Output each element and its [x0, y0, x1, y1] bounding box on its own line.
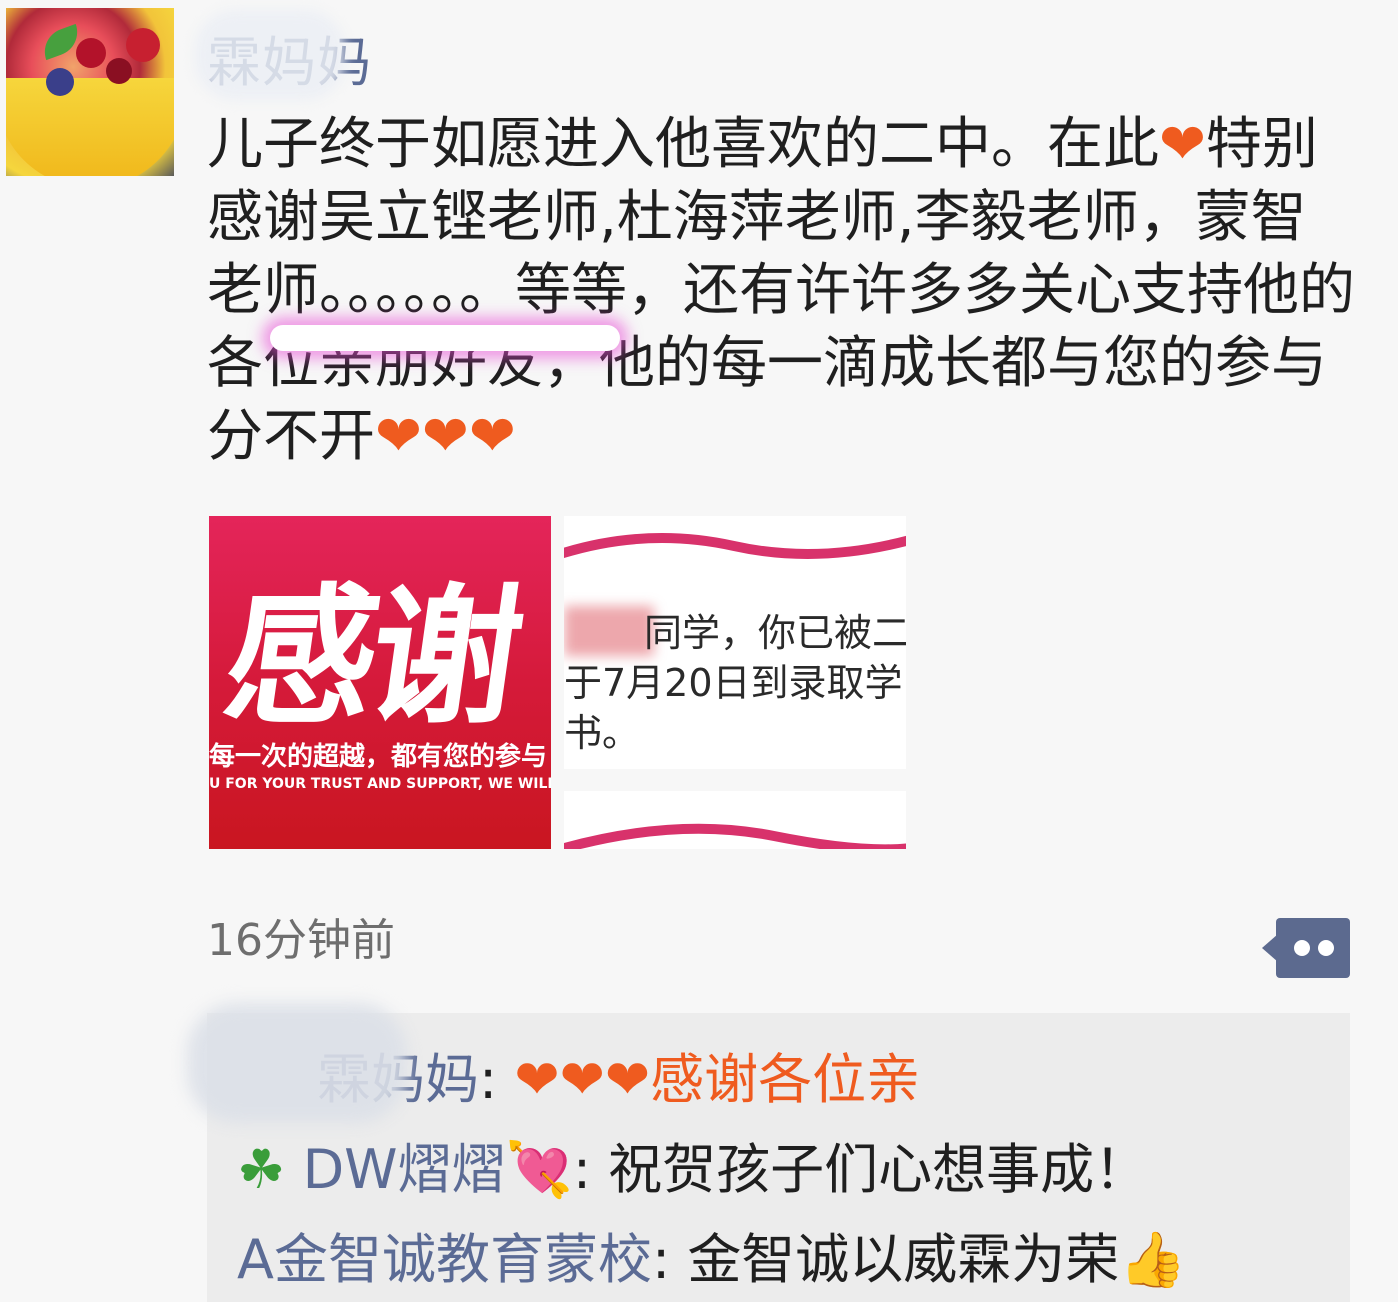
avatar[interactable] [6, 8, 174, 176]
dot-shape [1294, 940, 1310, 956]
comment-item[interactable]: ☘ DW熠熠💘: 祝贺孩子们心想事成！ [237, 1125, 1148, 1204]
image-gap [564, 769, 906, 791]
post-content: 儿子终于如愿进入他喜欢的二中。在此❤特别感谢吴立铿老师,杜海萍老师,李毅老师，蒙… [207, 108, 1357, 473]
blur-overlay [195, 10, 345, 100]
comment-author[interactable]: A金智诚教育蒙校 [237, 1228, 652, 1291]
post-timestamp: 16分钟前 [207, 915, 395, 966]
comment-author[interactable]: DW熠熠 [285, 1138, 506, 1201]
avatar-berry-shape [106, 58, 132, 84]
avatar-berry-shape [126, 28, 160, 62]
moments-post: 霖妈妈 儿子终于如愿进入他喜欢的二中。在此❤特别感谢吴立铿老师,杜海萍老师,李毅… [0, 0, 1398, 1302]
more-actions-button[interactable] [1262, 918, 1350, 978]
comment-separator: : [651, 1228, 688, 1291]
image-text-line: 书。 [564, 711, 641, 755]
comment-item[interactable]: 霖妈妈: ❤❤❤感谢各位亲 [317, 1035, 920, 1114]
decorative-wave [564, 533, 906, 559]
comment-text: 祝贺孩子们心想事成！ [608, 1138, 1149, 1201]
comment-item[interactable]: A金智诚教育蒙校: 金智诚以威霖为荣👍 [237, 1215, 1187, 1294]
post-image-admission[interactable]: 同学，你已被二 于7月20日到录取学 书。 [564, 516, 906, 849]
more-dots-icon [1276, 918, 1350, 978]
dot-shape [1318, 940, 1334, 956]
heart-arrow-icon: 💘 [505, 1138, 573, 1201]
comment-separator: : [572, 1138, 609, 1201]
avatar-bowl-shape [6, 78, 174, 176]
avatar-berry-shape [46, 68, 74, 96]
heart-icon: ❤ [1159, 112, 1206, 177]
comments-panel: 霖妈妈: ❤❤❤感谢各位亲 ☘ DW熠熠💘: 祝贺孩子们心想事成！ A金智诚教育… [187, 1003, 1350, 1302]
blur-overlay [187, 1003, 407, 1123]
image-text-line: 同学，你已被二 [644, 611, 906, 655]
comment-text: 金智诚以威霖为荣 [687, 1228, 1120, 1291]
blur-overlay [564, 606, 654, 656]
comment-text: ❤❤❤感谢各位亲 [514, 1048, 921, 1111]
image-caption-en: U FOR YOUR TRUST AND SUPPORT, WE WILL WO [209, 776, 551, 792]
post-text-line: 儿子终于如愿进入他喜欢的二中。在此 [207, 112, 1159, 177]
heart-icon: ❤ [375, 404, 422, 469]
avatar-berry-shape [76, 38, 106, 68]
clover-icon: ☘ [237, 1138, 286, 1201]
scribble-overlay [270, 325, 620, 351]
image-big-text: 感谢 [214, 569, 528, 745]
post-image-thanks[interactable]: 感谢 每一次的超越，都有您的参与 U FOR YOUR TRUST AND SU… [209, 516, 551, 849]
image-caption: 每一次的超越，都有您的参与 [209, 742, 548, 772]
image-text-line: 于7月20日到录取学 [564, 661, 903, 705]
heart-icon: ❤ [468, 404, 516, 469]
heart-icon: ❤ [421, 404, 469, 469]
thumbs-up-icon: 👍 [1119, 1228, 1187, 1291]
comment-separator: : [479, 1048, 515, 1111]
decorative-wave [564, 823, 906, 849]
